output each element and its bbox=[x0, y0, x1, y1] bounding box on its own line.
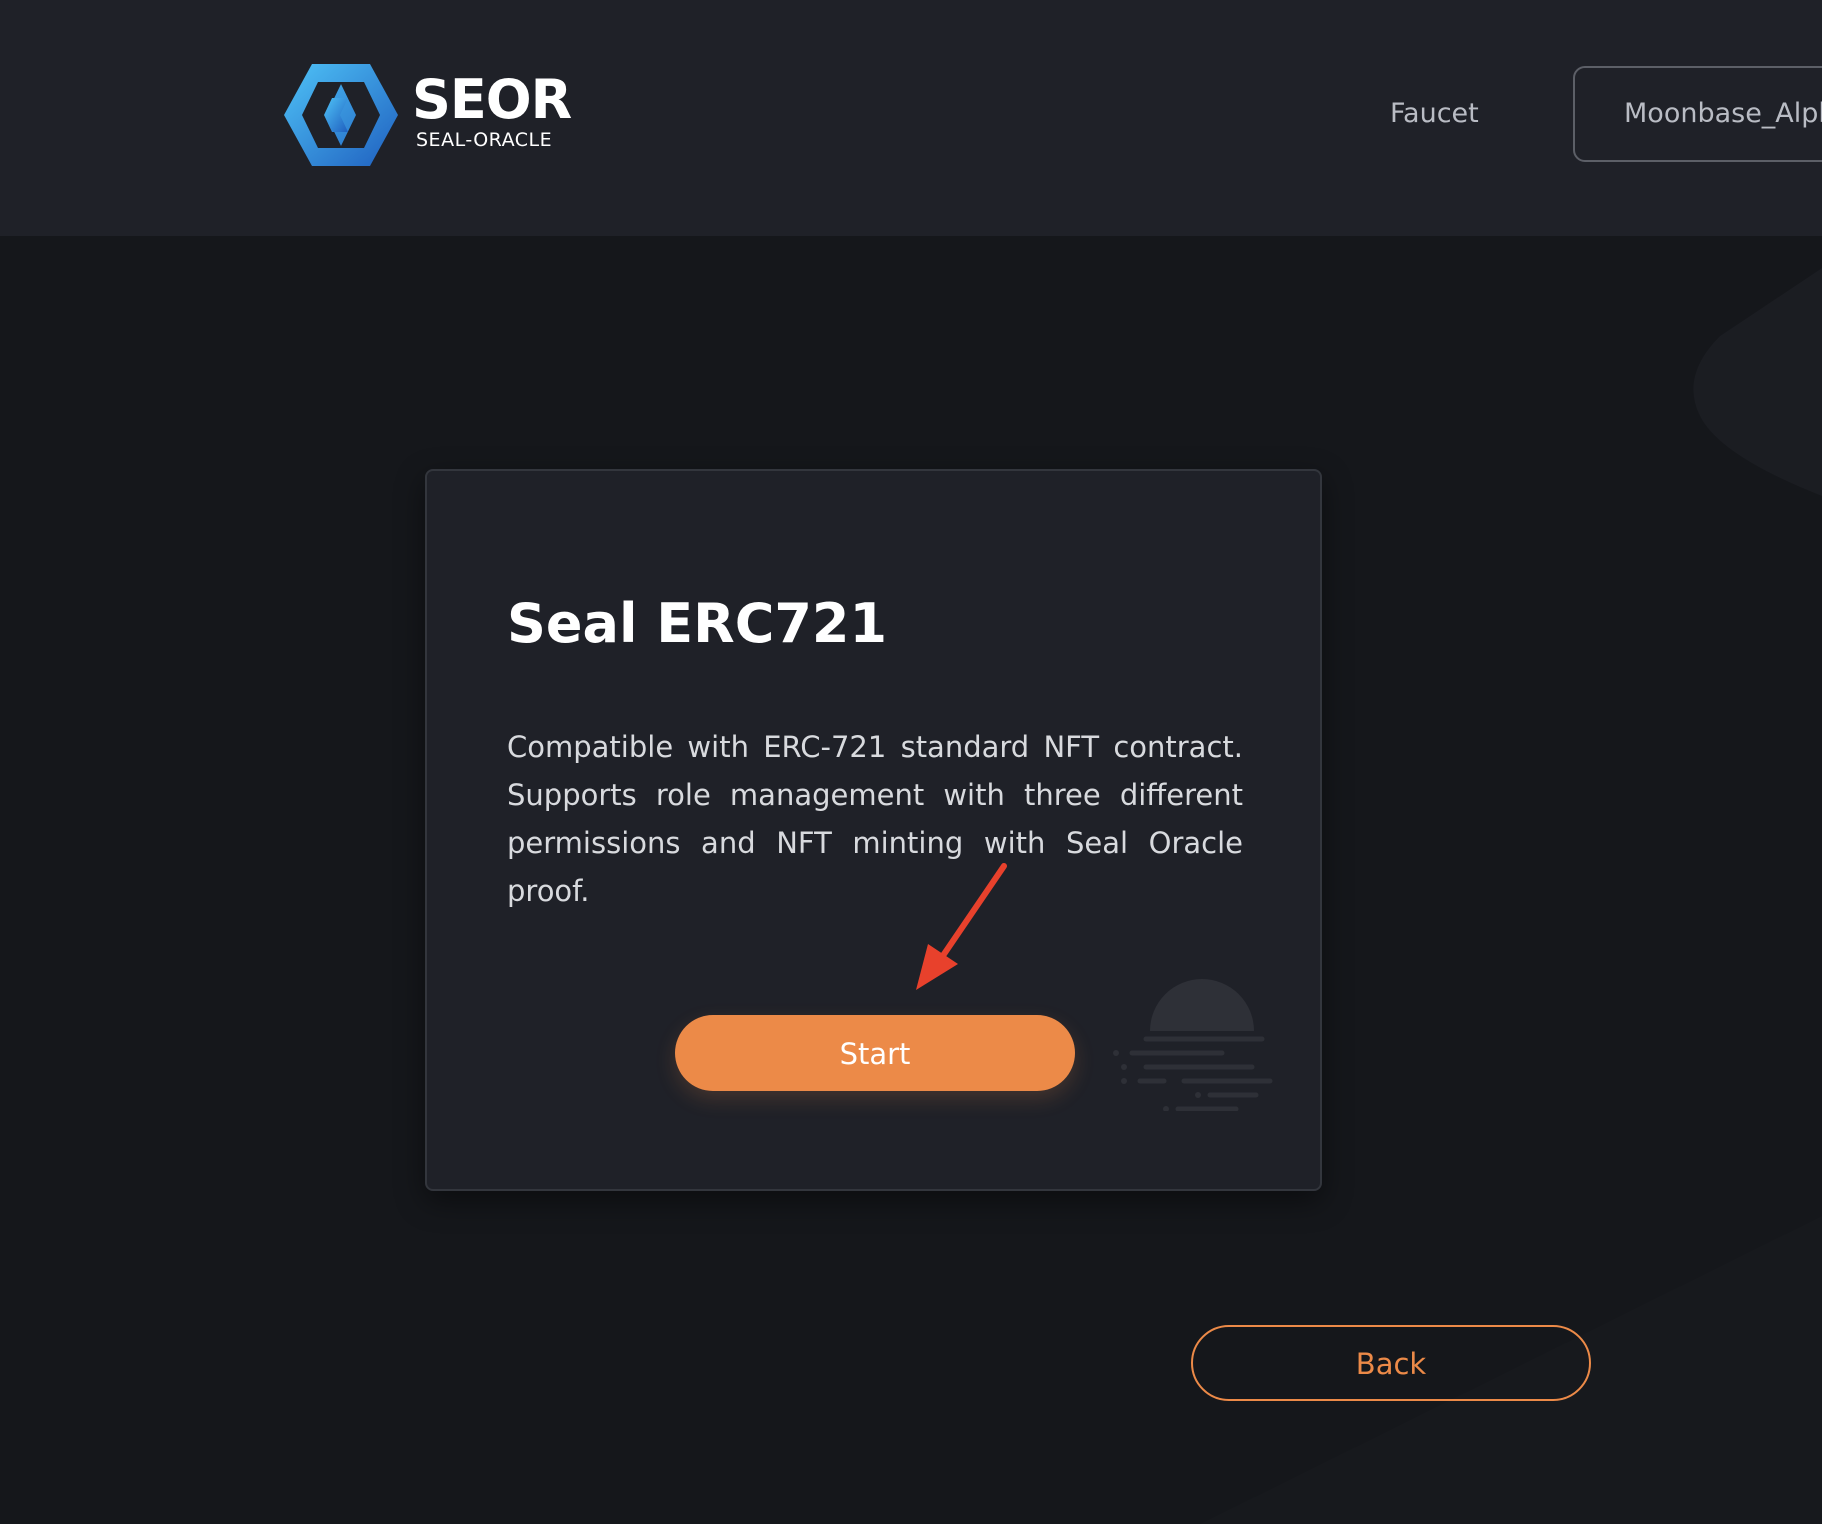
brand-logo[interactable]: SEOR SEAL-ORACLE bbox=[282, 62, 572, 168]
network-selector-button[interactable]: Moonbase_Alpha bbox=[1573, 66, 1822, 162]
logo-title: SEOR bbox=[412, 68, 572, 131]
back-button[interactable]: Back bbox=[1191, 1325, 1591, 1401]
network-label: Moonbase_Alpha bbox=[1624, 98, 1822, 129]
card-description: Compatible with ERC-721 standard NFT con… bbox=[507, 730, 1243, 908]
sunset-lines-icon bbox=[1113, 979, 1273, 1111]
contract-card: Seal ERC721 Compatible with ERC-721 stan… bbox=[425, 469, 1322, 1191]
start-button[interactable]: Start bbox=[675, 1015, 1075, 1091]
nav-faucet-link[interactable]: Faucet bbox=[1390, 96, 1479, 132]
seor-hexagon-logo-icon bbox=[284, 64, 398, 166]
top-navbar: SEOR SEAL-ORACLE Faucet Moonbase_Alpha bbox=[0, 0, 1822, 236]
page: SEOR SEAL-ORACLE Faucet Moonbase_Alpha S… bbox=[0, 0, 1822, 1524]
card-title: Seal ERC721 bbox=[507, 592, 888, 655]
logo-subtitle: SEAL-ORACLE bbox=[416, 129, 553, 151]
